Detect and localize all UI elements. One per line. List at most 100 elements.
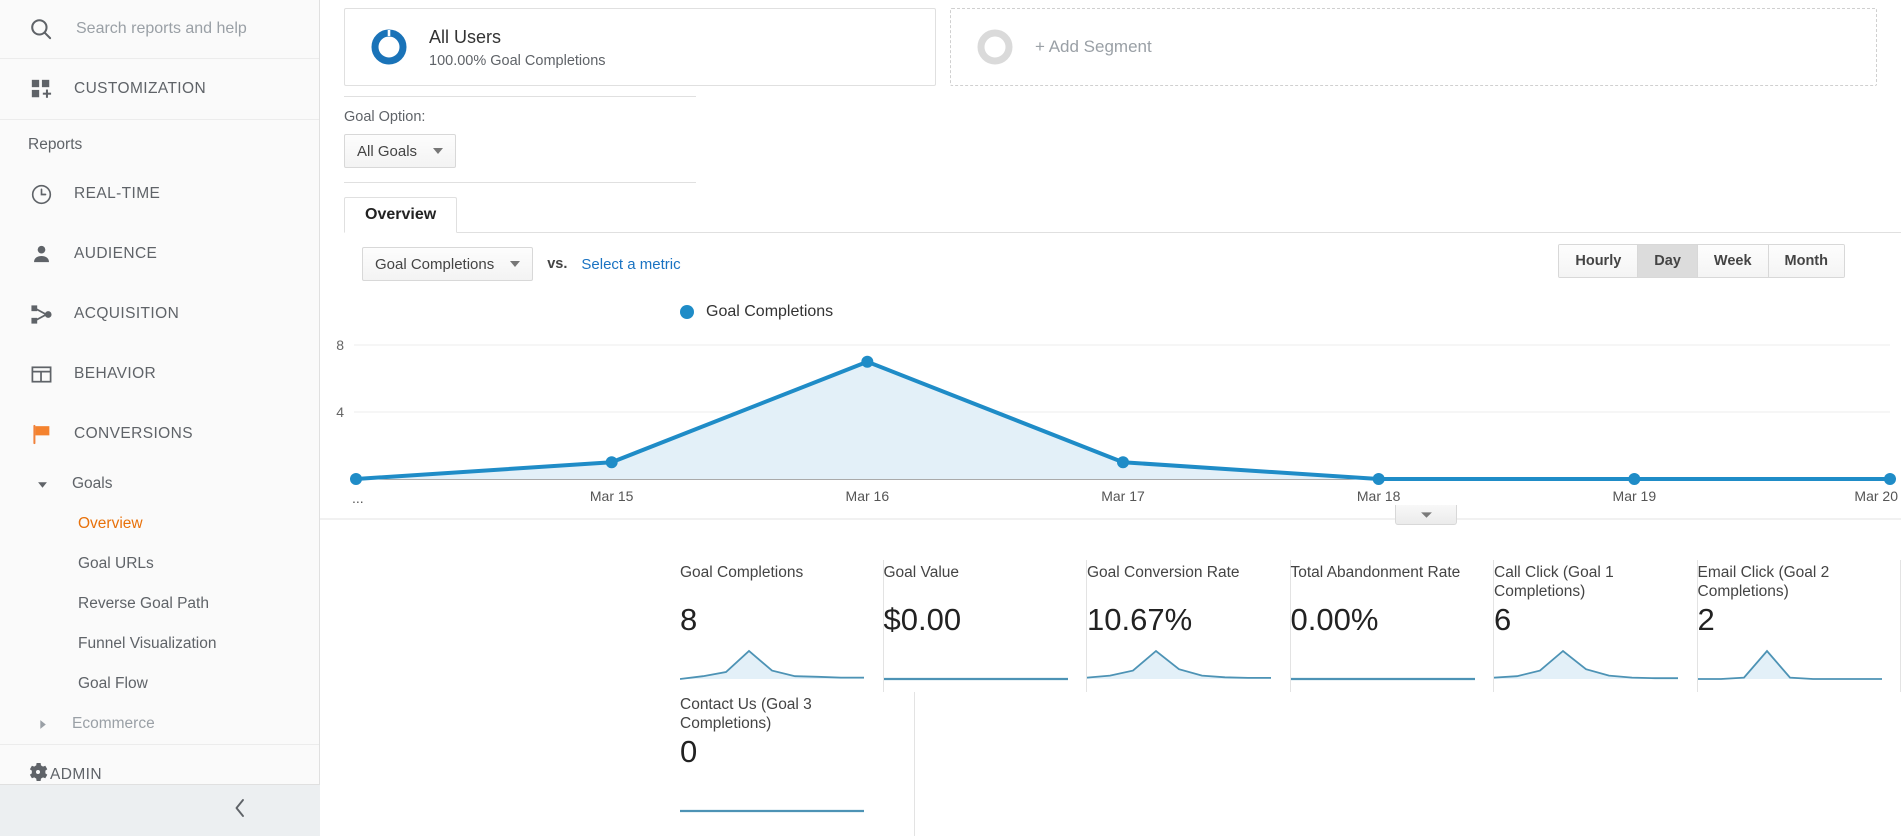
metric-card-caption: Total Abandonment Rate xyxy=(1290,564,1461,581)
granularity-week[interactable]: Week xyxy=(1697,245,1769,277)
metric-card-value: 10.67% xyxy=(1087,602,1193,637)
triangle-down-icon xyxy=(30,479,54,490)
sidebar-item-goal-urls[interactable]: Goal URLs xyxy=(0,544,319,584)
sidebar-item-conversions[interactable]: CONVERSIONS xyxy=(0,404,319,464)
segment-name: All Users xyxy=(429,27,502,48)
legend-label: Goal Completions xyxy=(706,303,834,320)
metric-card-caption: Contact Us (Goal 3 Completions) xyxy=(680,696,812,733)
metric-card-value: 2 xyxy=(1697,602,1715,637)
sidebar-item-acquisition[interactable]: ACQUISITION xyxy=(0,284,319,344)
metric-card-value: $0.00 xyxy=(883,602,962,637)
metric-card-caption: Goal Conversion Rate xyxy=(1087,564,1240,581)
svg-text:Mar 16: Mar 16 xyxy=(846,488,890,504)
metric-card-sparkline xyxy=(883,647,1073,686)
sidebar-collapse-button[interactable] xyxy=(0,784,320,836)
main-content: All Users 100.00% Goal Completions + Add… xyxy=(320,0,1901,836)
tab-label: Overview xyxy=(365,206,437,223)
goal-option-label: Goal Option: xyxy=(344,109,426,125)
sidebar-item-label: Goal Flow xyxy=(78,675,148,692)
sidebar-item-label: Funnel Visualization xyxy=(78,635,217,652)
primary-metric-value: Goal Completions xyxy=(375,255,495,273)
metric-card[interactable]: Contact Us (Goal 3 Completions) 0 xyxy=(680,692,915,836)
metric-card[interactable]: Email Click (Goal 2 Completions) 2 xyxy=(1697,560,1901,692)
vs-label: vs. xyxy=(547,256,568,272)
chevron-down-icon xyxy=(433,148,444,154)
metric-card-sparkline xyxy=(1697,647,1887,686)
sidebar-item-overview[interactable]: Overview xyxy=(0,504,319,544)
metric-card[interactable]: Goal Conversion Rate 10.67% xyxy=(1086,560,1291,692)
tab-strip: Overview xyxy=(320,197,1901,233)
granularity-hourly[interactable]: Hourly xyxy=(1559,245,1639,277)
clock-icon xyxy=(26,179,56,209)
granularity-month[interactable]: Month xyxy=(1768,245,1844,277)
sidebar-group-goals[interactable]: Goals xyxy=(0,464,319,504)
metric-card-value: 0 xyxy=(680,734,698,769)
sidebar-item-funnel-visualization[interactable]: Funnel Visualization xyxy=(0,624,319,664)
svg-text:Mar 18: Mar 18 xyxy=(1357,488,1401,504)
metric-cards: Goal Completions 8 Goal Value $0.00 Goal Con… xyxy=(679,560,1901,836)
sidebar-item-label: CONVERSIONS xyxy=(74,425,193,442)
sidebar-item-label: CUSTOMIZATION xyxy=(74,80,207,97)
metric-selector-row: Goal Completions vs. Select a metric Hou… xyxy=(320,244,1901,281)
sidebar-item-label: BEHAVIOR xyxy=(74,365,157,382)
sparkline xyxy=(883,677,1068,681)
granularity-day[interactable]: Day xyxy=(1638,245,1698,277)
goal-option-section: Goal Option: All Goals xyxy=(320,97,1901,168)
chevron-left-icon xyxy=(232,797,248,824)
chart-svg: 8 4... Mar 15 Mar 16 Mar 17 Mar 18 Mar 19 Mar 2… xyxy=(320,337,1901,520)
sparkline xyxy=(1290,677,1475,681)
sidebar-group-label: Goals xyxy=(72,475,113,492)
select-a-metric-link[interactable]: Select a metric xyxy=(581,256,680,273)
add-segment-button[interactable]: + Add Segment xyxy=(950,8,1877,86)
segment-card-all-users[interactable]: All Users 100.00% Goal Completions xyxy=(344,8,936,86)
metric-card-value: 8 xyxy=(680,602,698,637)
metric-cards-row-1: Goal Completions 8 Goal Value $0.00 Goal Con… xyxy=(679,560,1901,692)
metric-card[interactable]: Goal Value $0.00 xyxy=(883,560,1087,692)
chart-expander-handle[interactable] xyxy=(1395,505,1457,525)
goal-completions-chart[interactable]: 8 4... Mar 15 Mar 16 Mar 17 Mar 18 Mar 19 Mar 2… xyxy=(320,331,1901,551)
sidebar-item-label: Reverse Goal Path xyxy=(78,595,209,612)
svg-text:...: ... xyxy=(352,490,364,506)
metric-card[interactable]: Total Abandonment Rate 0.00% xyxy=(1290,560,1494,692)
analytics-app: CUSTOMIZATION Reports REAL-TIME AUDIENCE xyxy=(0,0,1901,836)
search-bar[interactable] xyxy=(0,0,319,59)
triangle-down-icon xyxy=(1420,512,1432,518)
sidebar-item-customization[interactable]: CUSTOMIZATION xyxy=(0,59,319,120)
search-input[interactable] xyxy=(74,19,294,39)
sidebar-item-label: AUDIENCE xyxy=(74,245,158,262)
metric-card[interactable]: Call Click (Goal 1 Completions) 6 xyxy=(1493,560,1698,692)
sparkline xyxy=(679,649,864,680)
sidebar-item-label: ACQUISITION xyxy=(74,305,180,322)
metric-card-sparkline xyxy=(679,647,869,686)
sidebar-group-ecommerce[interactable]: Ecommerce xyxy=(0,704,319,744)
left-sidebar: CUSTOMIZATION Reports REAL-TIME AUDIENCE xyxy=(0,0,320,836)
divider xyxy=(344,182,696,183)
share-nodes-icon xyxy=(26,299,56,329)
sidebar-item-real-time[interactable]: REAL-TIME xyxy=(0,164,319,224)
tab-overview[interactable]: Overview xyxy=(344,197,458,233)
granularity-toggle-group: Hourly Day Week Month xyxy=(1558,244,1845,278)
metric-card-value: 6 xyxy=(1494,602,1512,637)
add-segment-label: + Add Segment xyxy=(1035,37,1152,56)
flag-icon xyxy=(26,419,56,449)
svg-text:Mar 17: Mar 17 xyxy=(1101,488,1145,504)
sidebar-item-label: Goal URLs xyxy=(78,555,154,572)
svg-text:Mar 20: Mar 20 xyxy=(1854,488,1898,504)
metric-card-caption: Call Click (Goal 1 Completions) xyxy=(1494,564,1614,601)
sidebar-group-label: Ecommerce xyxy=(72,715,155,732)
goal-option-dropdown[interactable]: All Goals xyxy=(344,134,457,168)
sparkline xyxy=(1697,649,1882,680)
svg-text:4: 4 xyxy=(336,404,344,420)
metric-card-caption: Email Click (Goal 2 Completions) xyxy=(1697,564,1830,601)
sidebar-item-reverse-goal-path[interactable]: Reverse Goal Path xyxy=(0,584,319,624)
sidebar-item-audience[interactable]: AUDIENCE xyxy=(0,224,319,284)
metric-card[interactable]: Goal Completions 8 xyxy=(679,560,884,692)
metric-card-sparkline xyxy=(1290,647,1480,686)
svg-text:8: 8 xyxy=(336,337,344,353)
legend-color-swatch xyxy=(680,305,694,319)
sidebar-item-goal-flow[interactable]: Goal Flow xyxy=(0,664,319,704)
sparkline xyxy=(1086,649,1271,679)
sidebar-item-label: ADMIN xyxy=(50,765,102,783)
sidebar-item-behavior[interactable]: BEHAVIOR xyxy=(0,344,319,404)
primary-metric-dropdown[interactable]: Goal Completions xyxy=(362,247,534,281)
